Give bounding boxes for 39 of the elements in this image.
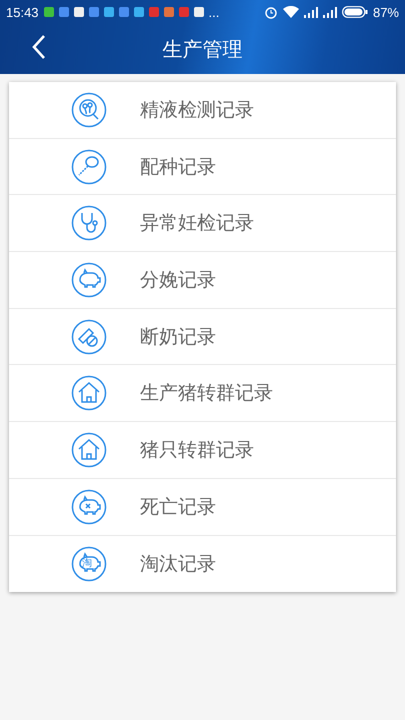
page-title: 生产管理 [162, 36, 242, 62]
bottle-icon [71, 318, 107, 355]
signal-icon [322, 6, 337, 18]
menu-item[interactable]: 生产猪转群记录 [9, 365, 396, 422]
more-notifications: ... [208, 4, 220, 20]
notification-icon [74, 7, 84, 17]
house-icon [71, 432, 107, 468]
notification-icon [58, 7, 69, 17]
menu-item[interactable]: 异常妊检记录 [9, 195, 396, 252]
dead-pig-icon [71, 488, 107, 525]
menu-item[interactable]: 淘 淘汰记录 [9, 536, 396, 592]
menu-item[interactable]: 精液检测记录 [9, 82, 396, 139]
menu-item[interactable]: 断奶记录 [9, 308, 396, 366]
wifi-icon [282, 6, 299, 18]
notification-icon [118, 7, 129, 17]
house-icon [71, 375, 107, 412]
menu-item[interactable]: 配种记录 [9, 138, 396, 196]
battery-icon [342, 6, 368, 18]
notification-icon [104, 7, 114, 17]
icon-label: 淘 [82, 558, 92, 569]
notification-icon [194, 7, 204, 17]
sperm-icon [71, 92, 107, 128]
notification-icon [44, 7, 54, 17]
menu-item[interactable]: 死亡记录 [9, 478, 396, 536]
probe-icon [71, 148, 107, 185]
notification-icon [88, 7, 99, 17]
battery-percent: 87% [372, 4, 399, 20]
alarm-icon [264, 5, 278, 19]
pig-icon [71, 262, 107, 298]
menu-item[interactable]: 分娩记录 [9, 252, 396, 309]
notification-icon [178, 7, 189, 17]
signal-icon [304, 6, 318, 18]
menu-item[interactable]: 猪只转群记录 [9, 422, 396, 479]
notification-icon [134, 7, 144, 17]
status-time: 15:43 [6, 4, 39, 20]
notification-icon [148, 7, 159, 17]
stethoscope-icon [71, 205, 107, 242]
pig-icon [71, 546, 107, 582]
notification-icon [164, 7, 174, 17]
